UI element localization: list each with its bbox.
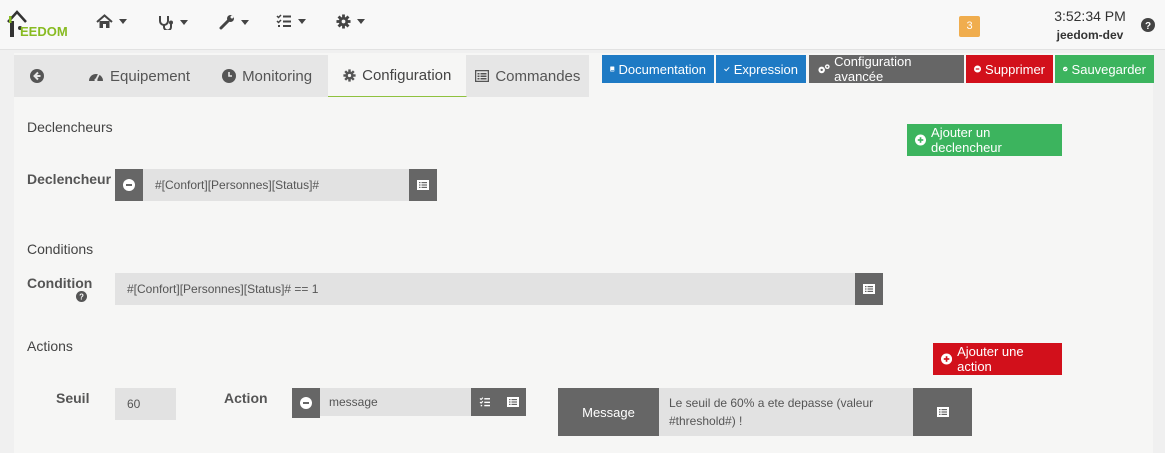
tasks-icon [276,14,291,27]
threshold-label: Seuil [56,390,90,406]
help-icon[interactable]: ? [1141,18,1155,32]
jeedom-logo[interactable]: JEEDOM [6,6,78,40]
check-circle-icon [1063,66,1068,72]
top-navbar: JEEDOM 3 3:52:34 PM jeedom-dev ? [0,0,1165,50]
plus-circle-icon [941,353,953,365]
tasks-icon [479,397,490,407]
tab-label: Equipement [110,67,191,85]
host-name[interactable]: jeedom-dev [1040,28,1140,42]
nav-tools-menu[interactable] [219,14,249,30]
tab-configuration[interactable]: Configuration [328,55,468,97]
delete-button[interactable]: Supprimer [966,55,1053,83]
delete-label: Supprimer [985,61,1045,77]
add-action-label: Ajouter une action [957,344,1024,374]
trigger-select-command-button[interactable] [409,169,437,201]
advanced-config-button[interactable]: Configuration avancée [809,54,964,84]
message-label: Message [558,388,659,436]
svg-text:?: ? [1145,21,1151,32]
action-select-command-button[interactable] [499,388,526,416]
minus-circle-icon [300,397,312,409]
expression-label: Expression [733,61,798,77]
conditions-title: Conditions [27,241,94,257]
chevron-down-icon [241,19,249,25]
cogs-icon [818,64,830,74]
documentation-button[interactable]: Documentation [602,55,714,83]
action-options-button[interactable] [471,388,499,416]
list-alt-icon [506,397,519,407]
notifications-badge[interactable]: 3 [959,16,980,37]
stethoscope-icon [159,16,173,30]
message-textarea[interactable]: Le seuil de 60% a ete depasse (valeur #t… [659,388,913,436]
nav-home-menu[interactable] [96,14,127,29]
chevron-down-icon [298,18,306,24]
actions-title: Actions [27,338,73,354]
trigger-row-label: Declencheur [27,171,112,187]
book-icon [610,66,615,72]
list-alt-icon [863,284,875,294]
save-button[interactable]: Sauvegarder [1055,55,1154,83]
chevron-down-icon [357,19,365,24]
remove-action-button[interactable] [292,388,320,418]
chevron-down-icon [180,19,188,25]
logo-text-right: EEDOM [20,24,68,39]
tab-label: Commandes [495,67,581,85]
documentation-label: Documentation [618,61,706,77]
action-input[interactable]: message [320,388,471,416]
clock-icon [222,69,237,83]
nav-plugins-menu[interactable] [276,14,306,28]
wrench-icon [219,15,234,30]
add-trigger-button[interactable]: Ajouter un declencheur [907,124,1062,156]
nav-settings-menu[interactable] [336,14,365,29]
tab-equipement[interactable]: Equipement [60,55,208,97]
tab-commandes[interactable]: Commandes [467,55,590,97]
minus-circle-icon [123,179,135,191]
message-select-command-button[interactable] [913,388,972,436]
condition-input[interactable]: #[Confort][Personnes][Status]# == 1 [115,273,855,305]
add-action-button[interactable]: Ajouter une action [933,343,1062,375]
add-trigger-label: Ajouter un declencheur [931,125,1002,155]
svg-text:?: ? [79,293,84,302]
tab-label: Monitoring [242,67,313,85]
triggers-title: Declencheurs [27,119,113,135]
minus-circle-icon [974,65,982,73]
cog-icon [343,69,356,82]
clock: 3:52:34 PM [1054,8,1126,24]
chevron-down-icon [119,19,127,24]
expression-button[interactable]: Expression [716,55,806,83]
tab-bar: Equipement Monitoring Configuration Comm… [14,55,590,97]
check-icon [724,67,730,72]
advanced-config-label: Configuration avancée [834,54,912,84]
dashboard-icon [89,73,103,82]
home-icon [96,14,113,28]
condition-select-command-button[interactable] [855,273,883,305]
action-label: Action [224,390,268,406]
list-alt-icon [475,70,490,82]
condition-row-label: Condition [27,275,93,291]
cog-icon [336,14,351,29]
remove-trigger-button[interactable] [115,169,143,201]
save-label: Sauvegarder [1071,61,1146,77]
threshold-input[interactable]: 60 [115,388,176,420]
tab-monitoring[interactable]: Monitoring [207,55,329,97]
list-alt-icon [417,180,429,190]
list-alt-icon [936,407,949,417]
tab-label: Configuration [362,67,452,84]
tab-back[interactable] [14,55,60,97]
plus-circle-icon [915,134,927,146]
arrow-circle-left-icon [30,69,44,83]
nav-analysis-menu[interactable] [158,14,188,30]
help-icon[interactable]: ? [76,291,87,302]
trigger-input[interactable]: #[Confort][Personnes][Status]# [143,169,409,201]
